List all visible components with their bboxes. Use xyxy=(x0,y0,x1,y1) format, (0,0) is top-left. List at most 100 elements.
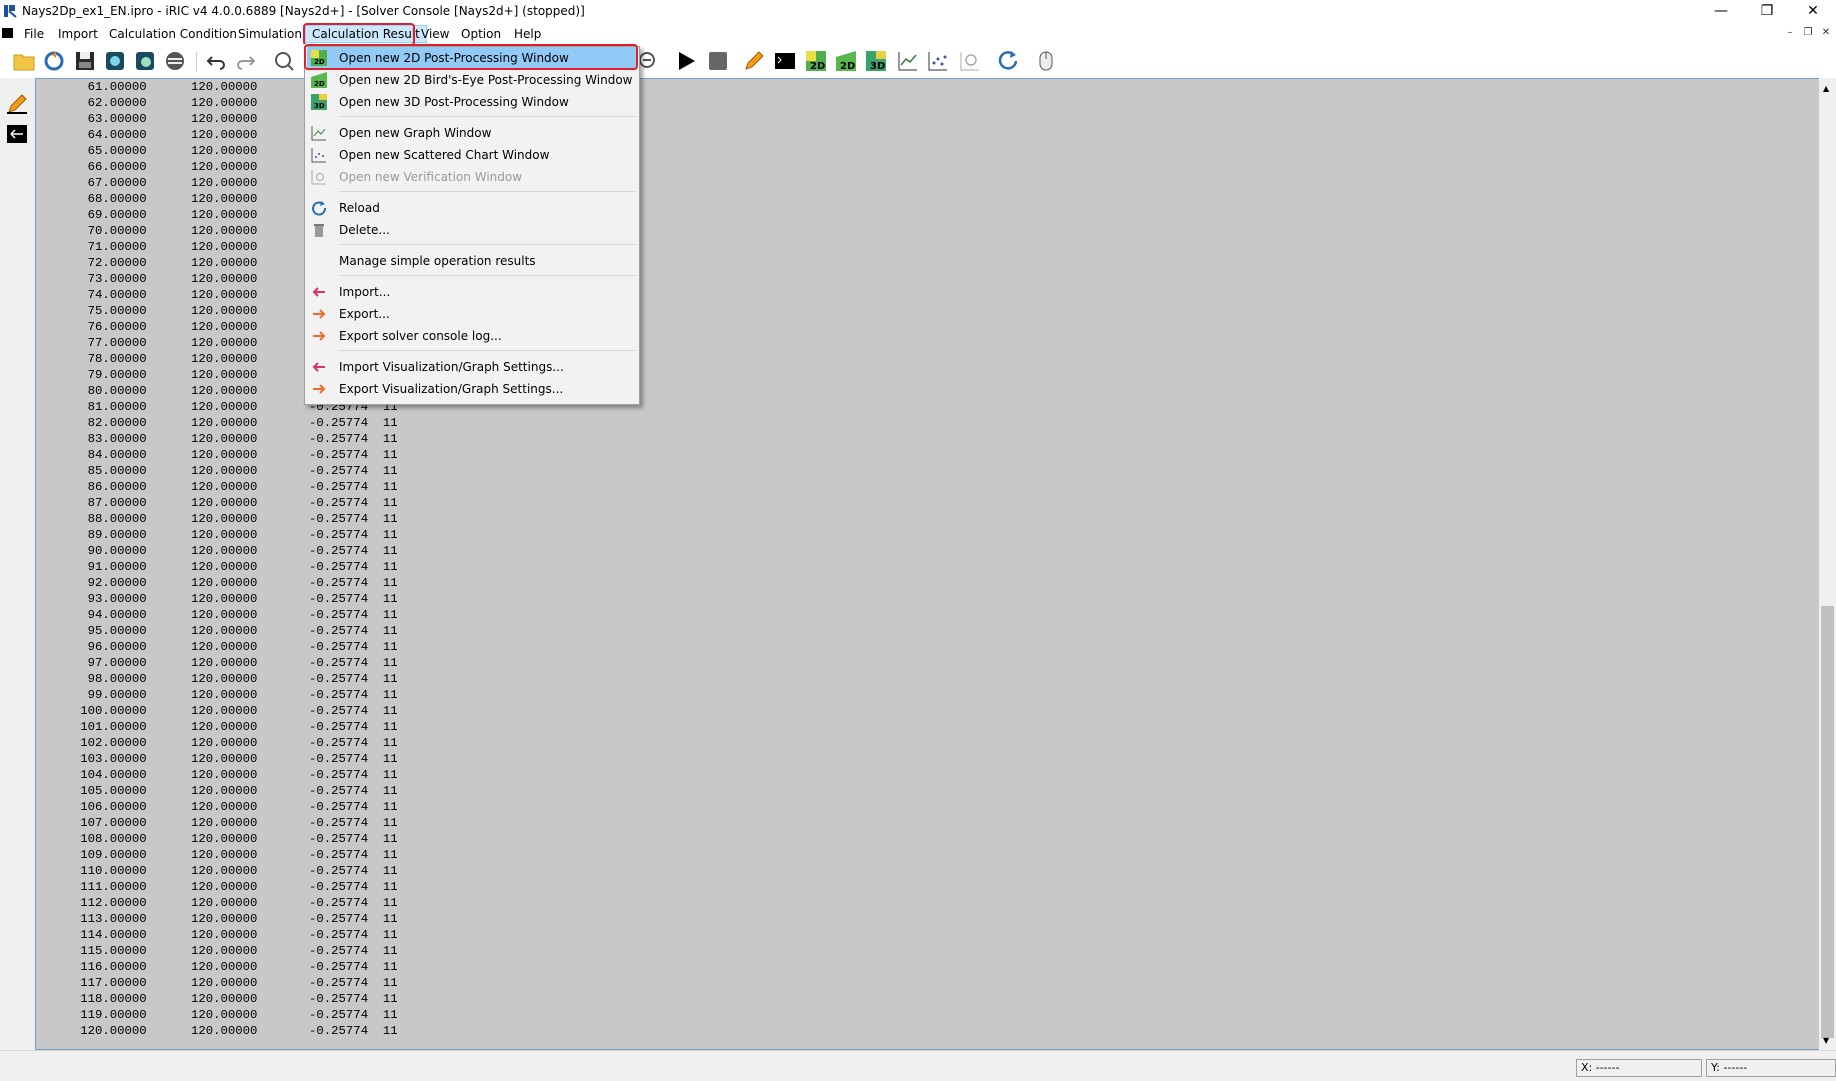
menu-export-visualization-settings[interactable]: Export Visualization/Graph Settings... xyxy=(307,378,637,400)
scroll-down-icon[interactable]: ▼ xyxy=(1823,1036,1829,1045)
menu-open-scattered-chart[interactable]: Open new Scattered Chart Window xyxy=(307,144,637,166)
status-bar: X: ------ Y: ------ xyxy=(0,1050,1836,1081)
status-y-coordinate: Y: ------ xyxy=(1706,1059,1836,1077)
console-line: 114.00000 120.00000 -0.25774 11 xyxy=(36,928,398,942)
verification-icon[interactable] xyxy=(958,49,982,73)
graph-icon[interactable] xyxy=(896,49,920,73)
menu-item-label: Open new Scattered Chart Window xyxy=(339,148,550,162)
mdi-close-button[interactable]: ✕ xyxy=(1819,26,1833,40)
menu-item-label: Export Visualization/Graph Settings... xyxy=(339,382,564,396)
3d-postprocess-icon[interactable]: 3D xyxy=(864,49,888,73)
menu-export[interactable]: Export... xyxy=(307,303,637,325)
menu-option[interactable]: Option xyxy=(455,26,507,42)
stop-icon[interactable] xyxy=(706,49,730,73)
console-line: 100.00000 120.00000 -0.25774 11 xyxy=(36,704,398,718)
console-line: 115.00000 120.00000 -0.25774 11 xyxy=(36,944,398,958)
menu-help[interactable]: Help xyxy=(508,26,547,42)
snapshot-continuous-icon[interactable] xyxy=(133,49,157,73)
mdi-minimize-button[interactable]: – xyxy=(1783,26,1797,40)
menu-item-label: Open new 2D Bird's-Eye Post-Processing W… xyxy=(339,73,633,87)
menu-separator xyxy=(339,275,635,276)
menu-reload[interactable]: Reload xyxy=(307,197,637,219)
menu-calculation-condition[interactable]: Calculation Condition xyxy=(103,26,243,42)
console-line: 106.00000 120.00000 -0.25774 11 xyxy=(36,800,398,814)
menu-manage-simple-operation[interactable]: Manage simple operation results xyxy=(307,250,637,272)
menu-separator xyxy=(339,191,635,192)
menu-open-graph[interactable]: Open new Graph Window xyxy=(307,122,637,144)
svg-text:2D: 2D xyxy=(314,80,325,88)
menu-separator xyxy=(339,116,635,117)
open-folder-icon[interactable] xyxy=(12,49,36,73)
menu-item-label: Open new Graph Window xyxy=(339,126,492,140)
scroll-thumb[interactable] xyxy=(1821,606,1834,1038)
console-window-icon[interactable] xyxy=(5,122,29,146)
export-arrow-icon xyxy=(313,331,326,341)
console-line: 112.00000 120.00000 -0.25774 11 xyxy=(36,896,398,910)
refresh-project-icon[interactable] xyxy=(42,49,66,73)
vertical-scrollbar[interactable]: ▲ ▼ xyxy=(1819,78,1836,1050)
menu-calculation-result[interactable]: Calculation Result xyxy=(305,25,427,43)
menu-import[interactable]: Import xyxy=(52,26,104,42)
2d-birdseye-icon: 2D xyxy=(311,72,327,88)
mdi-window-icon[interactable] xyxy=(2,28,13,38)
reload-icon xyxy=(312,201,326,216)
console-line: 95.00000 120.00000 -0.25774 11 xyxy=(36,624,398,638)
2d-birdseye-icon[interactable]: 2D xyxy=(834,49,858,73)
graph-icon xyxy=(311,126,326,141)
console-line: 105.00000 120.00000 -0.25774 11 xyxy=(36,784,398,798)
console-line: 102.00000 120.00000 -0.25774 11 xyxy=(36,736,398,750)
console-line: 87.00000 120.00000 -0.25774 11 xyxy=(36,496,398,510)
mouse-icon[interactable] xyxy=(1034,49,1058,73)
svg-text:3D: 3D xyxy=(870,61,885,72)
zoom-fit-icon[interactable] xyxy=(272,49,296,73)
menu-import[interactable]: Import... xyxy=(307,281,637,303)
svg-text:2D: 2D xyxy=(314,58,325,66)
console-line: 82.00000 120.00000 -0.25774 11 xyxy=(36,416,398,430)
scatter-chart-icon[interactable] xyxy=(926,49,950,73)
menu-view[interactable]: View xyxy=(415,26,455,42)
console-line: 86.00000 120.00000 -0.25774 11 xyxy=(36,480,398,494)
console-icon[interactable] xyxy=(773,49,797,73)
menu-open-2d-birdseye[interactable]: 2D Open new 2D Bird's-Eye Post-Processin… xyxy=(307,69,637,91)
mdi-restore-button[interactable]: ❐ xyxy=(1801,26,1815,40)
console-line: 117.00000 120.00000 -0.25774 11 xyxy=(36,976,398,990)
console-line: 120.00000 120.00000 -0.25774 11 xyxy=(36,1024,398,1038)
console-line: 91.00000 120.00000 -0.25774 11 xyxy=(36,560,398,574)
trash-icon xyxy=(314,224,324,237)
edit-pencil-icon[interactable] xyxy=(5,92,29,116)
pencil-icon[interactable] xyxy=(742,49,766,73)
menu-delete[interactable]: Delete... xyxy=(307,219,637,241)
scatter-chart-icon xyxy=(311,148,326,163)
console-line: 83.00000 120.00000 -0.25774 11 xyxy=(36,432,398,446)
menu-open-2d-postprocess[interactable]: 2D Open new 2D Post-Processing Window xyxy=(307,47,637,69)
close-button[interactable]: ✕ xyxy=(1790,0,1836,24)
2d-postprocess-icon[interactable]: 2D xyxy=(804,49,828,73)
solver-console: 61.00000 120.00000 62.00000 120.00000 63… xyxy=(35,78,1821,1050)
console-line: 118.00000 120.00000 -0.25774 11 xyxy=(36,992,398,1006)
snapshot-icon[interactable] xyxy=(103,49,127,73)
minimize-button[interactable]: — xyxy=(1698,0,1744,24)
menu-open-3d-postprocess[interactable]: 3D Open new 3D Post-Processing Window xyxy=(307,91,637,113)
menu-file[interactable]: File xyxy=(18,26,50,42)
console-line: 84.00000 120.00000 -0.25774 11 xyxy=(36,448,398,462)
restore-button[interactable]: ❐ xyxy=(1744,0,1790,24)
console-line: 97.00000 120.00000 -0.25774 11 xyxy=(36,656,398,670)
console-line: 104.00000 120.00000 -0.25774 11 xyxy=(36,768,398,782)
console-line: 93.00000 120.00000 -0.25774 11 xyxy=(36,592,398,606)
reload-icon[interactable] xyxy=(996,49,1020,73)
menu-import-visualization-settings[interactable]: Import Visualization/Graph Settings... xyxy=(307,356,637,378)
menu-simulation[interactable]: Simulation xyxy=(232,26,308,42)
undo-icon[interactable] xyxy=(204,49,228,73)
svg-text:3D: 3D xyxy=(314,102,325,110)
movie-icon[interactable] xyxy=(163,49,187,73)
scroll-up-icon[interactable]: ▲ xyxy=(1823,84,1829,93)
save-icon[interactable] xyxy=(73,49,97,73)
menu-item-label: Reload xyxy=(339,201,380,215)
menu-item-label: Import Visualization/Graph Settings... xyxy=(339,360,564,374)
2d-postprocess-icon: 2D xyxy=(311,50,327,66)
run-icon[interactable] xyxy=(674,49,698,73)
console-line: 98.00000 120.00000 -0.25774 11 xyxy=(36,672,398,686)
redo-icon[interactable] xyxy=(234,49,258,73)
menu-export-solver-log[interactable]: Export solver console log... xyxy=(307,325,637,347)
export-arrow-icon xyxy=(313,309,326,319)
